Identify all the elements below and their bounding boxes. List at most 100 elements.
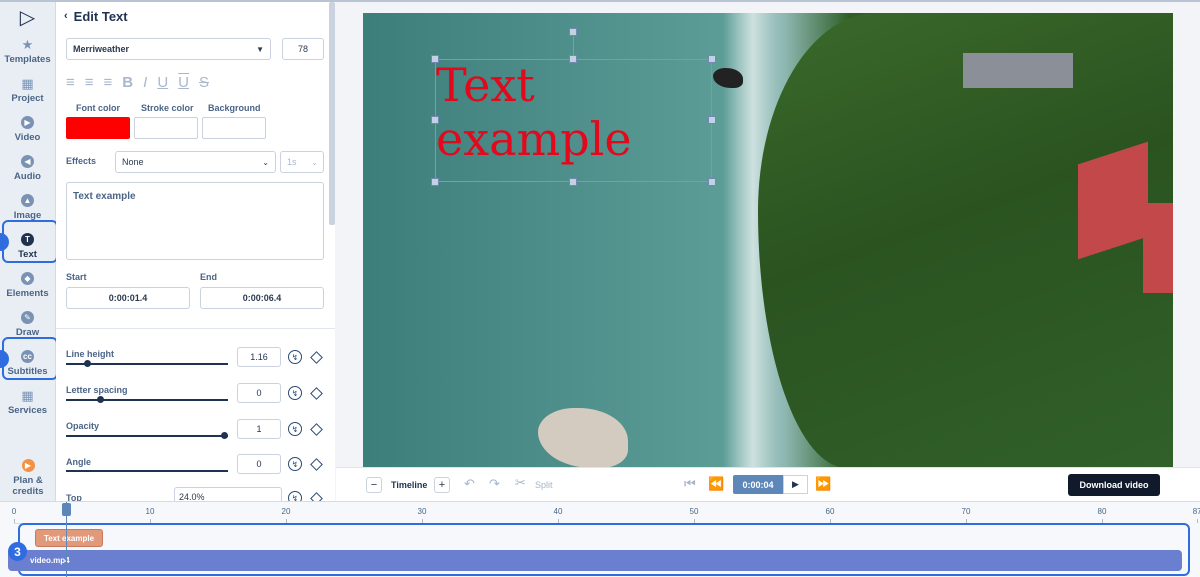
timeline-tick-label: 40 <box>553 507 563 516</box>
current-time-display: 0:00:04 <box>733 475 783 494</box>
align-right-icon[interactable]: ≡ <box>104 74 113 91</box>
zoom-in-button[interactable]: + <box>434 477 450 493</box>
scissors-icon[interactable]: ✂ <box>515 475 526 491</box>
sidebar-item-project[interactable]: ▦ Project <box>0 71 55 110</box>
sidebar-item-audio[interactable]: ◀ Audio <box>0 149 55 188</box>
chevron-down-icon: ⌄ <box>311 157 318 167</box>
panel-scrollbar[interactable] <box>329 2 335 225</box>
effects-select[interactable]: None ⌄ <box>115 151 276 173</box>
sidebar-item-video[interactable]: ▶ Video <box>0 110 55 149</box>
fast-forward-icon[interactable]: ⏩ <box>815 476 831 492</box>
services-icon: ▦ <box>21 387 34 403</box>
resize-handle[interactable] <box>569 55 577 63</box>
download-video-button[interactable]: Download video <box>1068 474 1160 496</box>
timeline-track-area[interactable]: 0 10 20 30 40 50 60 70 80 87 Text example video.m… <box>0 501 1200 577</box>
video-clip[interactable]: video.mp4 <box>8 550 1182 571</box>
skip-to-start-icon[interactable]: ⏮ <box>684 476 696 492</box>
text-highlight-box <box>2 220 58 263</box>
font-select[interactable]: Merriweather ▼ <box>66 38 271 60</box>
sidebar-item-services[interactable]: ▦ Services <box>0 383 55 422</box>
keyframe-diamond-icon[interactable] <box>310 387 323 400</box>
rewind-icon[interactable]: ⏪ <box>708 476 724 492</box>
letter-spacing-slider[interactable] <box>66 399 228 401</box>
effects-select-value: None <box>122 157 144 167</box>
font-color-swatch[interactable] <box>66 117 130 139</box>
angle-slider[interactable] <box>66 470 228 472</box>
split-label[interactable]: Split <box>535 480 553 490</box>
animate-icon[interactable]: ↯ <box>288 350 302 364</box>
overline-icon[interactable]: U <box>178 74 189 91</box>
animate-icon[interactable]: ↯ <box>288 457 302 471</box>
play-button[interactable]: ▶ <box>783 475 808 494</box>
resize-handle[interactable] <box>431 116 439 124</box>
video-rock <box>538 408 628 468</box>
sidebar-item-label: Project <box>11 93 44 104</box>
selection-box[interactable] <box>435 59 712 182</box>
playhead-handle[interactable] <box>62 503 71 516</box>
zoom-out-button[interactable]: − <box>366 477 382 493</box>
panel-divider <box>56 328 335 329</box>
animate-icon[interactable]: ↯ <box>288 491 302 501</box>
angle-input[interactable]: 0 <box>237 454 281 474</box>
timeline-tick-label: 30 <box>417 507 427 516</box>
underline-icon[interactable]: U <box>157 74 168 91</box>
start-time-value: 0:00:01.4 <box>108 293 148 303</box>
undo-icon[interactable]: ↶ <box>464 476 475 492</box>
bold-icon[interactable]: B <box>122 74 133 91</box>
plan-credits-button[interactable]: ▶ Plan & credits <box>0 459 56 497</box>
line-height-input[interactable]: 1.16 <box>237 347 281 367</box>
rotate-handle[interactable] <box>569 28 577 36</box>
align-center-icon[interactable]: ≡ <box>85 74 94 91</box>
start-label: Start <box>66 272 87 282</box>
italic-icon[interactable]: I <box>143 74 147 91</box>
resize-handle[interactable] <box>708 55 716 63</box>
animate-icon[interactable]: ↯ <box>288 386 302 400</box>
stroke-color-swatch[interactable] <box>134 117 198 139</box>
letter-spacing-label: Letter spacing <box>66 385 128 395</box>
timeline-tick-label: 10 <box>145 507 155 516</box>
rotate-handle-stem <box>573 36 574 56</box>
strikethrough-icon[interactable]: S <box>199 74 209 91</box>
keyframe-diamond-icon[interactable] <box>310 351 323 364</box>
start-time-input[interactable]: 0:00:01.4 <box>66 287 190 309</box>
text-clip[interactable]: Text example <box>35 529 103 547</box>
resize-handle[interactable] <box>708 178 716 186</box>
top-label: Top <box>66 493 82 501</box>
redo-icon[interactable]: ↷ <box>489 476 500 492</box>
sidebar-item-elements[interactable]: ◆ Elements <box>0 266 55 305</box>
letter-spacing-input[interactable]: 0 <box>237 383 281 403</box>
opacity-slider[interactable] <box>66 435 228 437</box>
text-content-value: Text example <box>73 191 136 202</box>
back-chevron-icon[interactable]: ‹ <box>64 10 68 22</box>
resize-handle[interactable] <box>569 178 577 186</box>
plan-icon: ▶ <box>21 459 35 472</box>
text-clip-label: Text example <box>43 533 95 543</box>
timeline-tick-label: 20 <box>281 507 291 516</box>
image-icon: ▲ <box>21 194 34 207</box>
keyframe-diamond-icon[interactable] <box>310 492 323 501</box>
effect-duration-select[interactable]: 1s ⌄ <box>280 151 324 173</box>
app-logo-icon[interactable]: ▷ <box>0 2 55 32</box>
chevron-down-icon: ▼ <box>256 44 264 54</box>
video-clip-label: video.mp4 <box>30 556 70 565</box>
timeline-label: Timeline <box>391 480 428 490</box>
background-color-swatch[interactable] <box>202 117 266 139</box>
letter-spacing-slider-knob[interactable] <box>97 396 104 403</box>
resize-handle[interactable] <box>431 55 439 63</box>
text-content-textarea[interactable]: Text example <box>66 182 324 260</box>
sidebar-item-templates[interactable]: ★ Templates <box>0 32 55 71</box>
opacity-slider-knob[interactable] <box>221 432 228 439</box>
keyframe-diamond-icon[interactable] <box>310 423 323 436</box>
font-size-input[interactable]: 78 <box>282 38 324 60</box>
top-position-input[interactable]: 24.0% <box>174 487 282 501</box>
align-left-icon[interactable]: ≡ <box>66 74 75 91</box>
line-height-slider-knob[interactable] <box>84 360 91 367</box>
resize-handle[interactable] <box>708 116 716 124</box>
resize-handle[interactable] <box>431 178 439 186</box>
end-time-input[interactable]: 0:00:06.4 <box>200 287 324 309</box>
animate-icon[interactable]: ↯ <box>288 422 302 436</box>
opacity-input[interactable]: 1 <box>237 419 281 439</box>
top-position-value: 24.0% <box>179 492 205 501</box>
timeline-step-number: 3 <box>14 544 21 559</box>
keyframe-diamond-icon[interactable] <box>310 458 323 471</box>
